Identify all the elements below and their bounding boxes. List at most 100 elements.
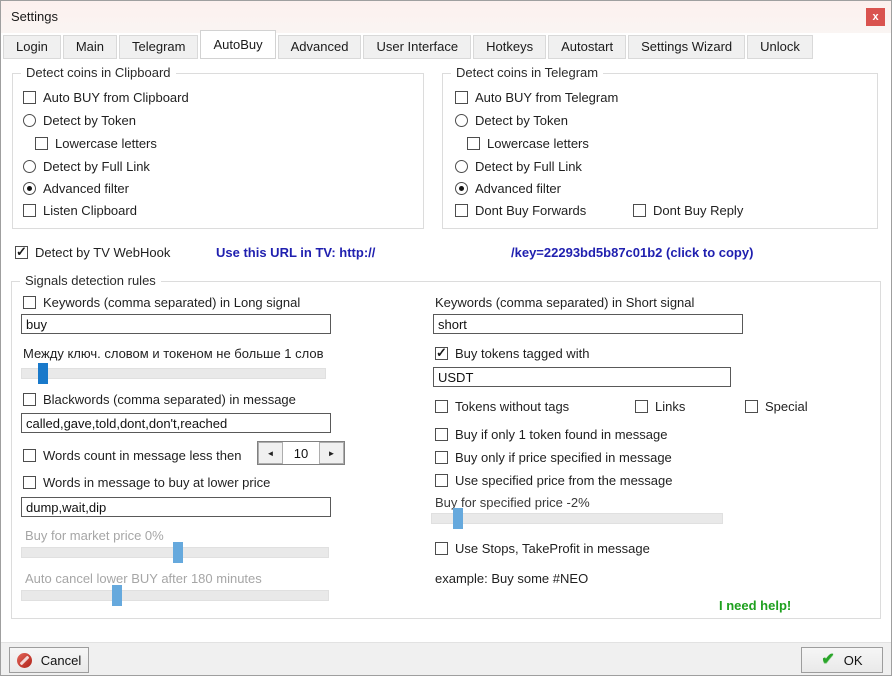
checkbox-icon bbox=[435, 428, 448, 441]
use-specified-price-label: Use specified price from the message bbox=[455, 473, 672, 488]
auto-cancel-slider[interactable] bbox=[21, 590, 329, 601]
tab-unlock[interactable]: Unlock bbox=[747, 35, 813, 59]
webhook-url-prefix: Use this URL in TV: http:// bbox=[216, 245, 375, 260]
words-count-value: 10 bbox=[283, 442, 319, 464]
one-token-checkbox[interactable]: Buy if only 1 token found in message bbox=[435, 426, 667, 442]
checkbox-icon bbox=[455, 91, 468, 104]
slider-thumb[interactable] bbox=[173, 542, 183, 563]
tab-main[interactable]: Main bbox=[63, 35, 117, 59]
auto-buy-telegram-checkbox[interactable]: Auto BUY from Telegram bbox=[455, 89, 618, 105]
ok-button[interactable]: ✔ OK bbox=[801, 647, 883, 673]
checkbox-icon bbox=[745, 400, 758, 413]
clipboard-detect-token-radio[interactable]: Detect by Token bbox=[23, 112, 136, 128]
price-specified-checkbox[interactable]: Buy only if price specified in message bbox=[435, 449, 672, 465]
tagged-with-input[interactable] bbox=[433, 367, 731, 387]
checkbox-icon bbox=[435, 474, 448, 487]
dont-buy-forwards-label: Dont Buy Forwards bbox=[475, 203, 586, 218]
links-checkbox[interactable]: Links bbox=[635, 398, 685, 414]
price-specified-label: Buy only if price specified in message bbox=[455, 450, 672, 465]
radio-icon bbox=[23, 182, 36, 195]
auto-buy-clipboard-label: Auto BUY from Clipboard bbox=[43, 90, 189, 105]
stepper-decrease-button[interactable]: ◄ bbox=[258, 442, 283, 464]
words-count-stepper: ◄ 10 ► bbox=[257, 441, 345, 465]
radio-icon bbox=[455, 114, 468, 127]
telegram-advanced-filter-radio[interactable]: Advanced filter bbox=[455, 180, 561, 196]
telegram-full-link-label: Detect by Full Link bbox=[475, 159, 582, 174]
tab-login[interactable]: Login bbox=[3, 35, 61, 59]
dont-buy-reply-checkbox[interactable]: Dont Buy Reply bbox=[633, 202, 743, 218]
buy-tagged-checkbox[interactable]: Buy tokens tagged with bbox=[435, 345, 589, 361]
telegram-detect-token-radio[interactable]: Detect by Token bbox=[455, 112, 568, 128]
between-words-slider[interactable] bbox=[21, 368, 326, 379]
links-label: Links bbox=[655, 399, 685, 414]
stepper-increase-button[interactable]: ► bbox=[319, 442, 344, 464]
tab-user-interface[interactable]: User Interface bbox=[363, 35, 471, 59]
checkbox-icon bbox=[23, 204, 36, 217]
lower-price-words-checkbox[interactable]: Words in message to buy at lower price bbox=[23, 474, 270, 490]
specified-price-slider[interactable] bbox=[431, 513, 723, 524]
ok-button-label: OK bbox=[844, 653, 863, 668]
one-token-label: Buy if only 1 token found in message bbox=[455, 427, 667, 442]
dont-buy-forwards-checkbox[interactable]: Dont Buy Forwards bbox=[455, 202, 586, 218]
checkbox-icon bbox=[23, 296, 36, 309]
checkbox-icon bbox=[455, 204, 468, 217]
need-help-link[interactable]: I need help! bbox=[719, 598, 791, 613]
clipboard-lowercase-checkbox[interactable]: Lowercase letters bbox=[35, 135, 157, 151]
special-label: Special bbox=[765, 399, 808, 414]
tab-settings-wizard[interactable]: Settings Wizard bbox=[628, 35, 745, 59]
checkbox-icon bbox=[435, 542, 448, 555]
blackwords-checkbox[interactable]: Blackwords (comma separated) in message bbox=[23, 391, 296, 407]
long-keywords-label: Keywords (comma separated) in Long signa… bbox=[43, 295, 300, 310]
cancel-button[interactable]: Cancel bbox=[9, 647, 89, 673]
tab-telegram[interactable]: Telegram bbox=[119, 35, 198, 59]
long-keywords-checkbox[interactable]: Keywords (comma separated) in Long signa… bbox=[23, 294, 300, 310]
webhook-key-copy-link[interactable]: /key=22293bd5b87c01b2 (click to copy) bbox=[511, 245, 753, 260]
radio-icon bbox=[23, 114, 36, 127]
dont-buy-reply-label: Dont Buy Reply bbox=[653, 203, 743, 218]
radio-icon bbox=[455, 160, 468, 173]
telegram-advanced-filter-label: Advanced filter bbox=[475, 181, 561, 196]
between-words-label: Между ключ. словом и токеном не больше 1… bbox=[23, 346, 324, 361]
market-price-label: Buy for market price 0% bbox=[25, 528, 164, 543]
short-keywords-input[interactable] bbox=[433, 314, 743, 334]
clipboard-advanced-filter-radio[interactable]: Advanced filter bbox=[23, 180, 129, 196]
buy-tagged-label: Buy tokens tagged with bbox=[455, 346, 589, 361]
tab-autobuy[interactable]: AutoBuy bbox=[200, 30, 275, 59]
slider-thumb[interactable] bbox=[38, 363, 48, 384]
tab-autostart[interactable]: Autostart bbox=[548, 35, 626, 59]
window-title: Settings bbox=[11, 9, 58, 24]
telegram-detect-token-label: Detect by Token bbox=[475, 113, 568, 128]
ok-check-icon: ✔ bbox=[821, 652, 834, 668]
clipboard-full-link-label: Detect by Full Link bbox=[43, 159, 150, 174]
long-keywords-input[interactable] bbox=[21, 314, 331, 334]
special-checkbox[interactable]: Special bbox=[745, 398, 808, 414]
auto-buy-clipboard-checkbox[interactable]: Auto BUY from Clipboard bbox=[23, 89, 189, 105]
listen-clipboard-checkbox[interactable]: Listen Clipboard bbox=[23, 202, 137, 218]
clipboard-detect-token-label: Detect by Token bbox=[43, 113, 136, 128]
lower-price-words-input[interactable] bbox=[21, 497, 331, 517]
clipboard-full-link-radio[interactable]: Detect by Full Link bbox=[23, 158, 150, 174]
telegram-lowercase-label: Lowercase letters bbox=[487, 136, 589, 151]
use-specified-price-checkbox[interactable]: Use specified price from the message bbox=[435, 472, 672, 488]
tokens-without-tags-checkbox[interactable]: Tokens without tags bbox=[435, 398, 569, 414]
auto-buy-telegram-label: Auto BUY from Telegram bbox=[475, 90, 618, 105]
checkbox-icon bbox=[15, 246, 28, 259]
checkbox-icon bbox=[435, 400, 448, 413]
slider-thumb[interactable] bbox=[453, 508, 463, 529]
close-button[interactable]: x bbox=[866, 8, 885, 26]
words-count-checkbox[interactable]: Words count in message less then bbox=[23, 447, 241, 463]
blackwords-input[interactable] bbox=[21, 413, 331, 433]
telegram-full-link-radio[interactable]: Detect by Full Link bbox=[455, 158, 582, 174]
checkbox-icon bbox=[35, 137, 48, 150]
tab-advanced[interactable]: Advanced bbox=[278, 35, 362, 59]
radio-icon bbox=[23, 160, 36, 173]
telegram-lowercase-checkbox[interactable]: Lowercase letters bbox=[467, 135, 589, 151]
tv-webhook-checkbox[interactable]: Detect by TV WebHook bbox=[15, 244, 170, 260]
market-price-slider[interactable] bbox=[21, 547, 329, 558]
slider-thumb[interactable] bbox=[112, 585, 122, 606]
tab-hotkeys[interactable]: Hotkeys bbox=[473, 35, 546, 59]
checkbox-icon bbox=[467, 137, 480, 150]
use-stops-checkbox[interactable]: Use Stops, TakeProfit in message bbox=[435, 540, 650, 556]
checkbox-icon bbox=[633, 204, 646, 217]
words-count-label: Words count in message less then bbox=[43, 448, 241, 463]
